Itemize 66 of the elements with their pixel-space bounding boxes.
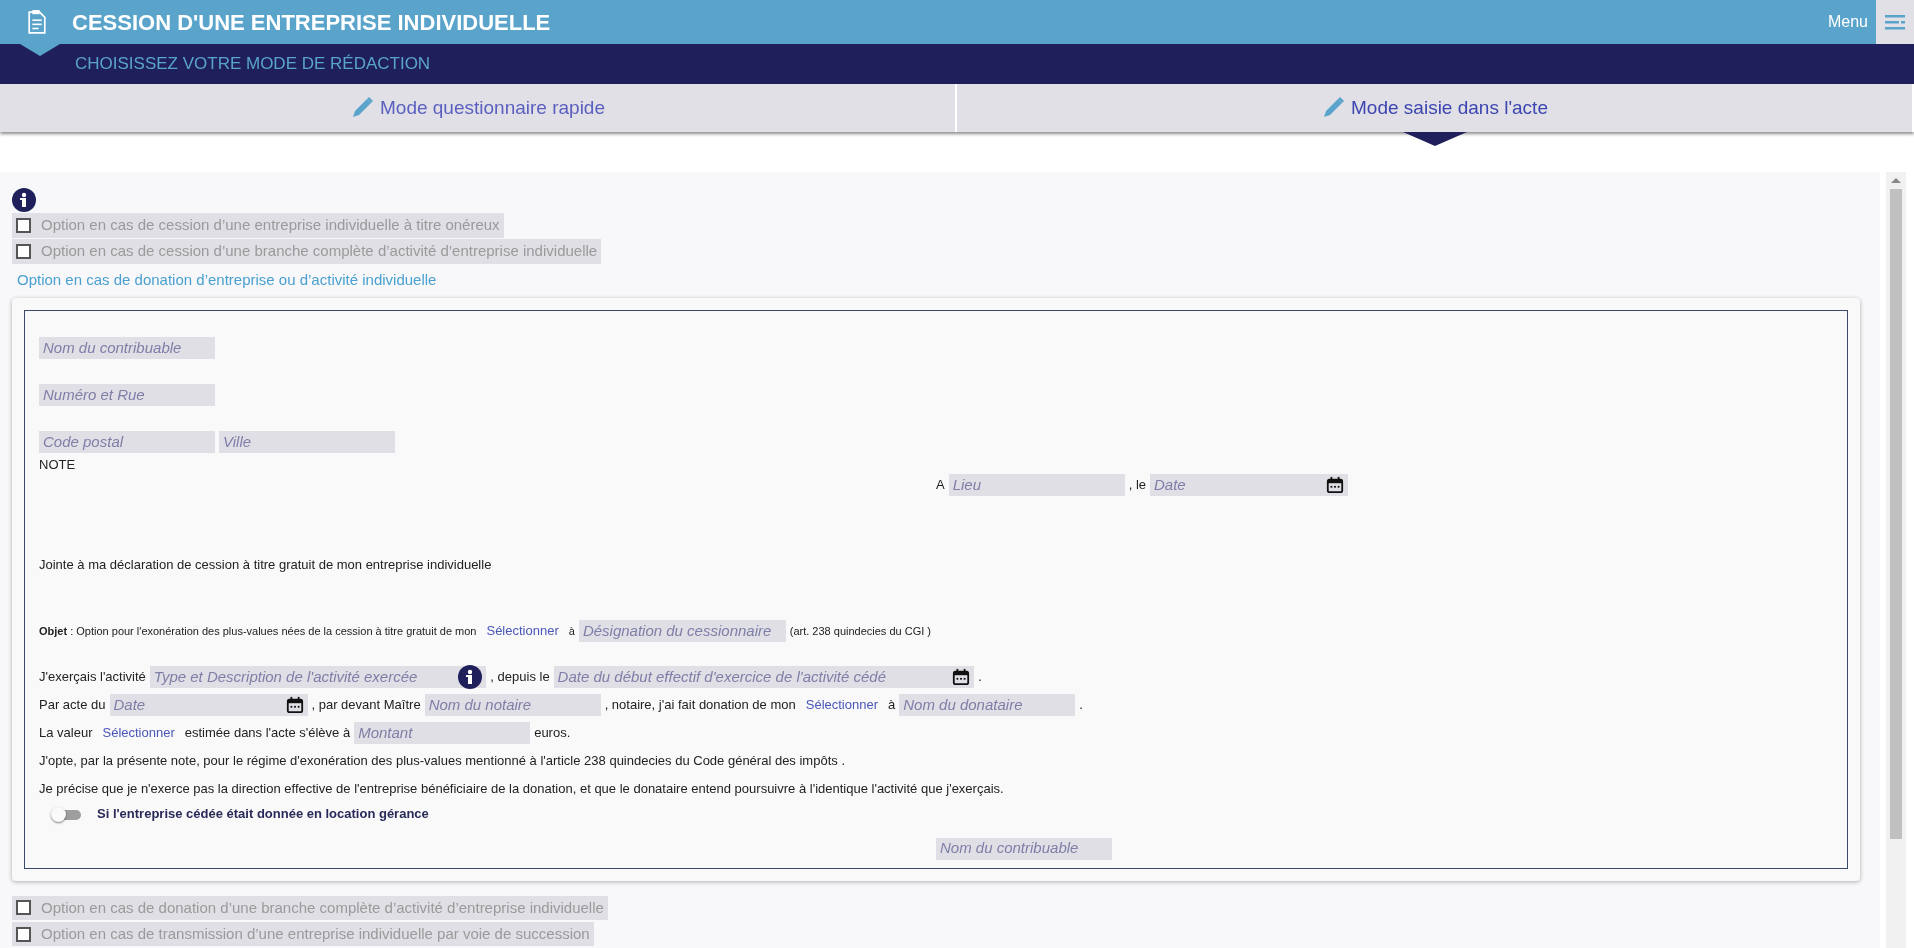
checkbox[interactable] [16,217,31,233]
option-checkbox-row[interactable]: Option en cas de cession d’une entreprise individuelle à titre onéreux [12,213,504,238]
date-field[interactable]: Date [109,694,308,716]
form-text: J'exerçais l'activité [39,668,146,687]
date-field[interactable]: Date [1150,474,1348,496]
scrollbar[interactable] [1886,172,1906,948]
scrollbar-thumb[interactable] [1890,189,1902,839]
input-field[interactable]: Numéro et Rue [39,384,215,406]
form-text: Je précise que je n'exerce pas la direction effective de l'entreprise bénéficiaire de la donation, et que le donataire entend poursuivre à l'identique l'activité que j'exerçais. [39,780,1004,799]
info-icon[interactable] [12,188,36,212]
form-text: , notaire, j'ai fait donation de mon [604,696,796,715]
checkbox[interactable] [16,244,31,259]
option-label: Option en cas de cession d’une entreprise individuelle à titre onéreux [41,215,500,235]
input-field[interactable]: Désignation du cessionnaire [578,620,786,642]
toggle-label: Si l'entreprise cédée était donnée en location gérance [97,805,429,823]
checkbox[interactable] [16,900,31,916]
subheader-title: CHOISISSEZ VOTRE MODE DE RÉDACTION [75,53,431,76]
form-text: . [978,668,982,687]
info-icon[interactable] [458,665,483,689]
option-label: Option en cas de cession d’une branche complète d’activité d’entreprise individuelle [41,241,598,262]
form-text: , le [1128,476,1146,495]
input-field[interactable]: Code postal [39,431,215,453]
section-title-link[interactable]: Option en cas de donation d’entreprise ou d’activité individuelle [17,268,1860,291]
scroll-up-icon[interactable] [1891,178,1901,183]
option-label: Option en cas de transmission d’une entreprise individuelle par voie de succession [41,923,590,944]
form-text: . [1079,696,1083,715]
form-text: estimée dans l'acte s'élève à [184,724,351,743]
input-field[interactable]: Nom du contribuable [936,837,1112,860]
mode-tab[interactable]: Mode questionnaire rapide [0,84,957,132]
form-text: , depuis le [490,668,550,687]
form-text: à [568,623,575,639]
form-text: J'opte, par la présente note, pour le régime d'exonération des plus-values mentionné à l'article 238 quindecies du Code général des impôts . [39,752,845,771]
input-field[interactable]: Lieu [948,474,1125,496]
calendar-icon[interactable] [1326,476,1344,494]
calendar-icon[interactable] [952,668,971,686]
form-text: , par devant Maître [311,696,421,715]
pencil-icon [1321,96,1346,120]
menu-label: Menu [1827,12,1868,32]
select-link[interactable]: Sélectionner [96,723,181,743]
select-link[interactable]: Sélectionner [480,621,565,641]
checkbox[interactable] [16,926,31,942]
input-field[interactable]: Nom du notaire [424,694,601,716]
form-text: (art. 238 quindecies du CGI ) [789,623,931,639]
form-text: La valeur [39,724,93,743]
input-field[interactable]: Ville [219,431,395,453]
option-checkbox-row[interactable]: Option en cas de cession d’une branche complète d’activité d’entreprise individuelle [12,239,602,264]
form-text: Jointe à ma déclaration de cession à titre gratuit de mon entreprise individuelle [39,556,492,575]
form-text: A [936,476,945,495]
input-field[interactable]: Montant [354,722,531,744]
pencil-icon [350,96,374,120]
input-field[interactable]: Nom du donataire [899,694,1076,716]
form-text: Objet : Option pour l'exonération des plus-values nées de la cession à titre gratuit de mon [39,623,477,639]
selected-pointer-icon [1402,132,1467,146]
option-checkbox-row[interactable]: Option en cas de transmission d’une entreprise individuelle par voie de succession [12,921,594,947]
form-text: euros. [534,724,571,743]
form-text: à [888,696,896,715]
select-link[interactable]: Sélectionner [799,695,884,715]
page-title: CESSION D'UNE ENTREPRISE INDIVIDUELLE [72,8,552,37]
form-text: Par acte du [39,696,106,715]
option-checkbox-row[interactable]: Option en cas de donation d’une branche complète d’activité d’entreprise individuelle [12,895,608,920]
input-field[interactable]: Type et Description de l'activité exercée [149,666,487,688]
date-field[interactable]: Date du début effectif d'exercice de l'activité cédé [553,666,975,688]
form-text: NOTE [39,456,76,475]
calendar-icon[interactable] [285,696,304,714]
input-field[interactable]: Nom du contribuable [39,337,215,359]
option-label: Option en cas de donation d’une branche complète d’activité d’entreprise individuelle [41,897,604,918]
